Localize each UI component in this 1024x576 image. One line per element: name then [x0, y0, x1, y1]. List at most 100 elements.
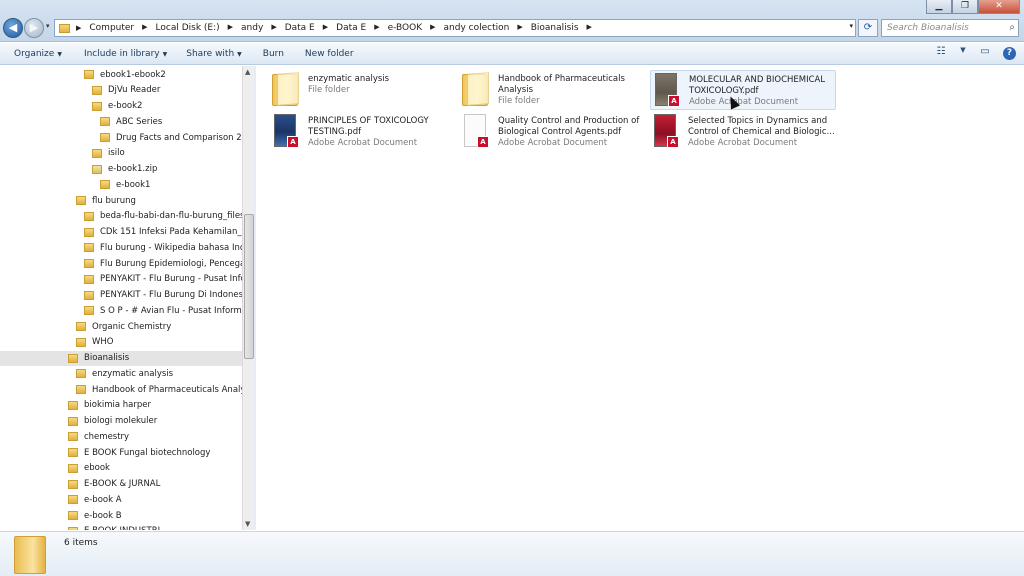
sidebar-item[interactable]: ebook1-ebook2 — [84, 67, 166, 82]
sidebar-item[interactable]: ABC Series — [100, 114, 162, 129]
sidebar-item[interactable]: CDk 151 Infeksi Pada Kehamilan_files — [84, 225, 242, 240]
file-type: Adobe Acrobat Document — [688, 138, 798, 148]
sidebar-item[interactable]: isilo — [92, 146, 125, 161]
sidebar-item[interactable]: enzymatic analysis — [76, 366, 173, 381]
minimize-button[interactable]: ▁ — [926, 0, 952, 14]
sidebar-item-label: E BOOK Fungal biotechnology — [84, 447, 211, 458]
sidebar-item[interactable]: E BOOK Fungal biotechnology — [68, 445, 210, 460]
sidebar-item[interactable]: Drug Facts and Comparison 2007 — [100, 130, 242, 145]
file-item[interactable]: A PRINCIPLES OF TOXICOLOGY TESTING.pdf Ado… — [270, 112, 456, 152]
file-name: MOLECULAR AND BIOCHEMICAL TOXICOLOGY.pdf — [689, 75, 826, 96]
breadcrumb-separator-icon[interactable]: ▶ — [517, 23, 522, 33]
share-with-button[interactable]: Share with ▼ — [174, 49, 249, 59]
search-placeholder: Search Bioanalisis — [887, 23, 969, 33]
sidebar-item[interactable]: biokimia harper — [68, 398, 151, 413]
forward-arrow-icon[interactable]: ▶ — [24, 18, 44, 38]
sidebar-item[interactable]: ebook — [68, 461, 110, 476]
folder-icon — [100, 133, 110, 142]
scrollbar-thumb[interactable] — [244, 214, 254, 359]
sidebar-item-label: E-BOOK & JURNAL — [84, 479, 161, 489]
breadcrumb-item[interactable]: Bioanalisis — [531, 23, 579, 33]
breadcrumb-separator-icon[interactable]: ▶ — [587, 23, 592, 33]
file-item[interactable]: A Quality Control and Production of Biolo… — [460, 112, 646, 152]
sidebar-item[interactable]: Flu burung - Wikipedia bahasa Indonesia — [84, 240, 242, 255]
breadcrumb-separator-icon[interactable]: ▶ — [271, 23, 276, 33]
folder-icon — [68, 463, 78, 473]
sidebar-item[interactable]: e-book1.zip — [92, 162, 157, 177]
maximize-button[interactable]: ❐ — [952, 0, 978, 14]
breadcrumb-separator-icon[interactable]: ▶ — [142, 23, 147, 33]
folder-icon — [68, 432, 78, 442]
zip-folder-icon — [92, 164, 102, 174]
burn-button[interactable]: Burn — [249, 49, 291, 59]
search-icon[interactable]: ⌕ — [1009, 20, 1015, 36]
folder-item[interactable]: enzymatic analysis File folder — [270, 70, 456, 110]
organize-button[interactable]: Organize ▼ — [0, 49, 69, 59]
folder-icon — [92, 148, 102, 158]
new-folder-button[interactable]: New folder — [291, 49, 361, 59]
include-in-library-button[interactable]: Include in library ▼ — [69, 49, 174, 59]
view-options-chevron-icon[interactable]: ▼ — [959, 46, 967, 60]
help-icon[interactable]: ? — [1003, 46, 1016, 60]
preview-pane-icon[interactable]: ▭ — [977, 46, 993, 60]
file-name: Handbook of Pharmaceuticals Analysis — [498, 74, 625, 95]
folder-icon — [272, 74, 298, 106]
sidebar-item[interactable]: Organic Chemistry — [76, 319, 171, 334]
folder-icon — [84, 227, 94, 237]
breadcrumb-separator-icon[interactable]: ▶ — [374, 23, 379, 33]
back-arrow-icon[interactable]: ◀ — [3, 18, 23, 38]
file-name: enzymatic analysis — [308, 74, 390, 84]
sidebar-item[interactable]: chemestry — [68, 429, 129, 444]
scroll-down-icon[interactable]: ▼ — [245, 520, 250, 528]
refresh-button[interactable]: ⟳ — [858, 19, 878, 37]
folder-icon — [84, 290, 94, 300]
sidebar-item[interactable]: E-BOOK & JURNAL — [68, 477, 160, 492]
sidebar-item[interactable]: beda-flu-babi-dan-flu-burung_files — [84, 209, 242, 224]
file-item[interactable]: A MOLECULAR AND BIOCHEMICAL TOXICOLOGY.pd… — [650, 70, 836, 110]
breadcrumb-separator-icon[interactable]: ▶ — [228, 23, 233, 33]
sidebar-item[interactable]: PENYAKIT - Flu Burung Di Indonesia — [84, 288, 242, 303]
folder-icon — [270, 70, 302, 108]
sidebar-item-label: e-book2 — [108, 101, 143, 111]
sidebar-item-label: Bioanalisis — [84, 353, 130, 363]
breadcrumb-separator-icon[interactable]: ▶ — [76, 24, 81, 32]
folder-icon — [76, 196, 86, 205]
sidebar-item[interactable]: e-book1 — [100, 177, 150, 192]
breadcrumb-item[interactable]: andy — [241, 23, 263, 33]
sidebar-item[interactable]: biologi molekuler — [68, 414, 157, 429]
breadcrumb-separator-icon[interactable]: ▶ — [323, 23, 328, 33]
sidebar-item[interactable]: e-book B — [68, 508, 122, 523]
breadcrumb-separator-icon[interactable]: ▶ — [430, 23, 435, 33]
scroll-up-icon[interactable]: ▲ — [245, 68, 250, 76]
folder-item[interactable]: Handbook of Pharmaceuticals Analysis File… — [460, 70, 646, 110]
sidebar-item[interactable]: WHO — [76, 335, 114, 350]
breadcrumb-item[interactable]: andy colection — [444, 23, 510, 33]
sidebar-item[interactable]: Bioanalisis — [0, 350, 242, 366]
sidebar-item[interactable]: S O P - # Avian Flu - Pusat Informasi — [84, 303, 242, 318]
sidebar-item[interactable]: e-book2 — [92, 99, 142, 114]
address-bar[interactable]: ▶ Computer ▶ Local Disk (E:) ▶ andy ▶ Data E ▶ D… — [54, 19, 856, 37]
close-button[interactable]: ✕ — [978, 0, 1020, 14]
sidebar-item[interactable]: PENYAKIT - Flu Burung - Pusat Informasi — [84, 272, 242, 287]
sidebar-item[interactable]: DjVu Reader — [92, 83, 160, 98]
breadcrumb-item[interactable]: Data E — [336, 23, 366, 33]
share-with-label: Share with — [186, 48, 235, 59]
search-input[interactable]: Search Bioanalisis ⌕ — [881, 19, 1019, 37]
sidebar-item[interactable]: e-book A — [68, 492, 122, 507]
change-view-icon[interactable]: ☷ — [933, 46, 949, 60]
sidebar-item[interactable]: flu burung — [76, 193, 136, 208]
recent-pages-chevron-icon[interactable]: ▾ — [46, 22, 50, 30]
sidebar-item[interactable]: E-BOOK INDUSTRI — [68, 524, 160, 530]
breadcrumb-item[interactable]: e-BOOK — [388, 23, 423, 33]
sidebar-item[interactable]: Flu Burung Epidemiologi, Pencegahan — [84, 256, 242, 271]
file-meta: PRINCIPLES OF TOXICOLOGY TESTING.pdf Adob… — [308, 112, 456, 149]
breadcrumb-item[interactable]: Local Disk (E:) — [156, 23, 220, 33]
sidebar-item[interactable]: Handbook of Pharmaceuticals Analysis — [76, 382, 242, 397]
file-meta: enzymatic analysis File folder — [308, 70, 389, 96]
file-item[interactable]: A Selected Topics in Dynamics and Control… — [650, 112, 836, 152]
breadcrumb-item[interactable]: Computer — [89, 23, 134, 33]
window-controls: ▁ ❐ ✕ — [926, 0, 1020, 14]
navigation-scrollbar[interactable]: ▲ ▼ — [242, 66, 254, 530]
breadcrumb-item[interactable]: Data E — [285, 23, 315, 33]
address-history-chevron-icon[interactable]: ▾ — [849, 22, 853, 30]
